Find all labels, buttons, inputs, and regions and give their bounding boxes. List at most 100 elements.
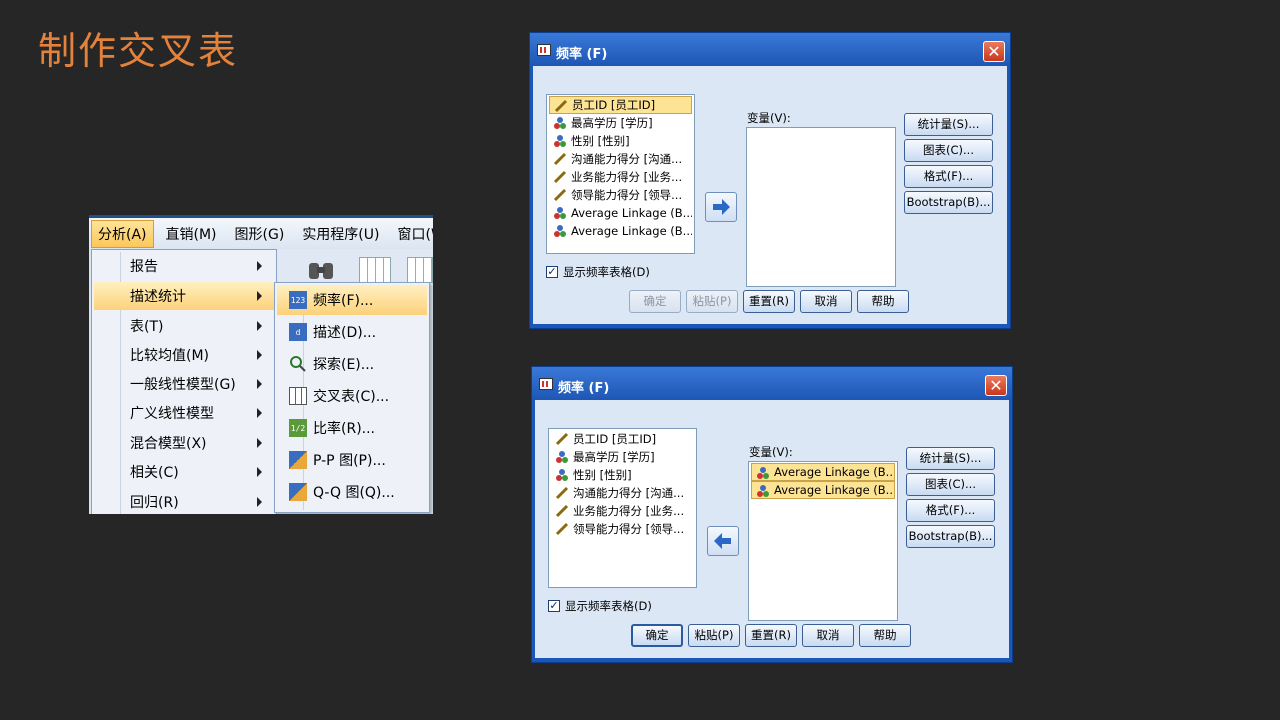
submenu-arrow-icon [257,379,262,389]
menu-window[interactable]: 窗口(W [391,221,433,247]
list-item[interactable]: 最高学历 [学历] [549,114,692,132]
list-item[interactable]: 领导能力得分 [领导... [551,520,694,538]
close-button[interactable]: ✕ [985,375,1007,396]
menu-analyze[interactable]: 分析(A) [91,219,154,248]
list-item[interactable]: 沟通能力得分 [沟通... [551,484,694,502]
submenu-item-label: 描述(D)... [313,325,377,341]
submenu-item-ratio[interactable]: 1/2 比率(R)... [277,413,427,443]
target-variable-list[interactable]: Average Linkage (B... Average Linkage (B… [748,461,898,621]
qq-plot-icon [289,483,307,501]
list-item-label: Average Linkage (B... [774,483,895,497]
binoculars-icon[interactable] [307,259,335,281]
display-frequency-tables-checkbox[interactable]: ✓ [546,266,558,278]
list-item[interactable]: 业务能力得分 [业务... [551,502,694,520]
submenu-item-descriptives[interactable]: d 描述(D)... [277,317,427,347]
submenu-arrow-icon [257,261,262,271]
format-button[interactable]: 格式(F)... [904,165,993,188]
dialog-title: 频率 (F) [558,381,610,396]
ok-button[interactable]: 确定 [631,624,683,647]
charts-button[interactable]: 图表(C)... [904,139,993,162]
list-item[interactable]: 性别 [性别] [551,466,694,484]
list-item[interactable]: 领导能力得分 [领导... [549,186,692,204]
menu-item-label: 广义线性模型 [130,406,214,422]
help-button[interactable]: 帮助 [859,624,911,647]
descriptive-statistics-submenu: 123 频率(F)... d 描述(D)... 探索(E)... 交叉表(C).… [274,282,430,513]
dialog-titlebar: 频率 (F) ✕ [530,33,1010,65]
insert-cases-icon[interactable] [359,257,391,283]
statistics-button[interactable]: 统计量(S)... [904,113,993,136]
format-button[interactable]: 格式(F)... [906,499,995,522]
nominal-icon [556,469,568,481]
ok-button[interactable]: 确定 [629,290,681,313]
menu-item-label: 回归(R) [130,495,179,511]
list-item[interactable]: Average Linkage (B... [549,222,692,240]
list-item-label: Average Linkage (B... [774,465,895,479]
list-item-label: 员工ID [员工ID] [572,98,656,112]
close-button[interactable]: ✕ [983,41,1005,62]
dialog-client: 员工ID [员工ID] 最高学历 [学历] 性别 [性别] 沟通能力得分 [沟通… [533,66,1007,324]
submenu-arrow-icon [257,350,262,360]
list-item[interactable]: Average Linkage (B... [751,481,895,499]
menu-item-tables[interactable]: 表(T) [94,312,274,340]
spss-app-icon [537,44,551,56]
nominal-icon [556,451,568,463]
submenu-item-label: 比率(R)... [313,421,376,437]
submenu-item-frequencies[interactable]: 123 频率(F)... [277,285,427,315]
statistics-button[interactable]: 统计量(S)... [906,447,995,470]
target-variable-list[interactable] [746,127,896,287]
charts-button[interactable]: 图表(C)... [906,473,995,496]
move-left-button[interactable] [707,526,739,556]
submenu-item-qq-plot[interactable]: Q-Q 图(Q)... [277,477,427,507]
arrow-left-icon [714,533,731,549]
display-frequency-tables-label: 显示频率表格(D) [565,599,652,613]
list-item-label: Average Linkage (B... [571,224,692,238]
display-frequency-tables-checkbox[interactable]: ✓ [548,600,560,612]
source-variable-list[interactable]: 员工ID [员工ID] 最高学历 [学历] 性别 [性别] 沟通能力得分 [沟通… [548,428,697,588]
menu-utilities[interactable]: 实用程序(U) [296,221,385,247]
list-item-label: 领导能力得分 [领导... [571,188,683,202]
cancel-button[interactable]: 取消 [802,624,854,647]
list-item[interactable]: 性别 [性别] [549,132,692,150]
menu-item-compare-means[interactable]: 比较均值(M) [94,341,274,369]
list-item[interactable]: Average Linkage (B... [549,204,692,222]
menu-item-generalized-linear-model[interactable]: 广义线性模型 [94,399,274,427]
scale-ruler-icon [553,170,567,184]
cancel-button[interactable]: 取消 [800,290,852,313]
move-right-button[interactable] [705,192,737,222]
frequencies-dialog-initial: 频率 (F) ✕ 员工ID [员工ID] 最高学历 [学历] 性别 [性别] 沟… [529,32,1011,329]
list-item[interactable]: 最高学历 [学历] [551,448,694,466]
paste-button[interactable]: 粘贴(P) [686,290,738,313]
submenu-item-explore[interactable]: 探索(E)... [277,349,427,379]
reset-button[interactable]: 重置(R) [745,624,797,647]
insert-variable-icon[interactable] [407,257,433,283]
list-item-label: 员工ID [员工ID] [573,432,657,446]
paste-button[interactable]: 粘贴(P) [688,624,740,647]
list-item[interactable]: Average Linkage (B... [751,463,895,481]
submenu-item-crosstabs[interactable]: 交叉表(C)... [277,381,427,411]
submenu-item-pp-plot[interactable]: P-P 图(P)... [277,445,427,475]
bootstrap-button[interactable]: Bootstrap(B)... [904,191,993,214]
list-item[interactable]: 沟通能力得分 [沟通... [549,150,692,168]
bootstrap-button[interactable]: Bootstrap(B)... [906,525,995,548]
menu-direct-marketing[interactable]: 直销(M) [160,221,223,247]
list-item-label: 领导能力得分 [领导... [573,522,685,536]
source-variable-list[interactable]: 员工ID [员工ID] 最高学历 [学历] 性别 [性别] 沟通能力得分 [沟通… [546,94,695,254]
menu-item-regression[interactable]: 回归(R) [94,488,274,514]
menu-item-descriptive-statistics[interactable]: 描述统计 [94,282,274,310]
submenu-arrow-icon [257,408,262,418]
help-button[interactable]: 帮助 [857,290,909,313]
submenu-arrow-icon [257,291,262,301]
menu-item-correlate[interactable]: 相关(C) [94,458,274,486]
menu-item-mixed-models[interactable]: 混合模型(X) [94,429,274,457]
list-item[interactable]: 员工ID [员工ID] [551,430,694,448]
menu-item-reports[interactable]: 报告 [94,252,274,280]
menu-item-label: 表(T) [130,319,164,335]
reset-button[interactable]: 重置(R) [743,290,795,313]
list-item[interactable]: 业务能力得分 [业务... [549,168,692,186]
menu-graphs[interactable]: 图形(G) [229,221,291,247]
menu-item-general-linear-model[interactable]: 一般线性模型(G) [94,370,274,398]
list-item[interactable]: 员工ID [员工ID] [549,96,692,114]
ratio-icon: 1/2 [289,419,307,437]
menubar: 分析(A) 直销(M) 图形(G) 实用程序(U) 窗口(W [89,215,433,249]
crosstabs-icon [289,387,307,405]
